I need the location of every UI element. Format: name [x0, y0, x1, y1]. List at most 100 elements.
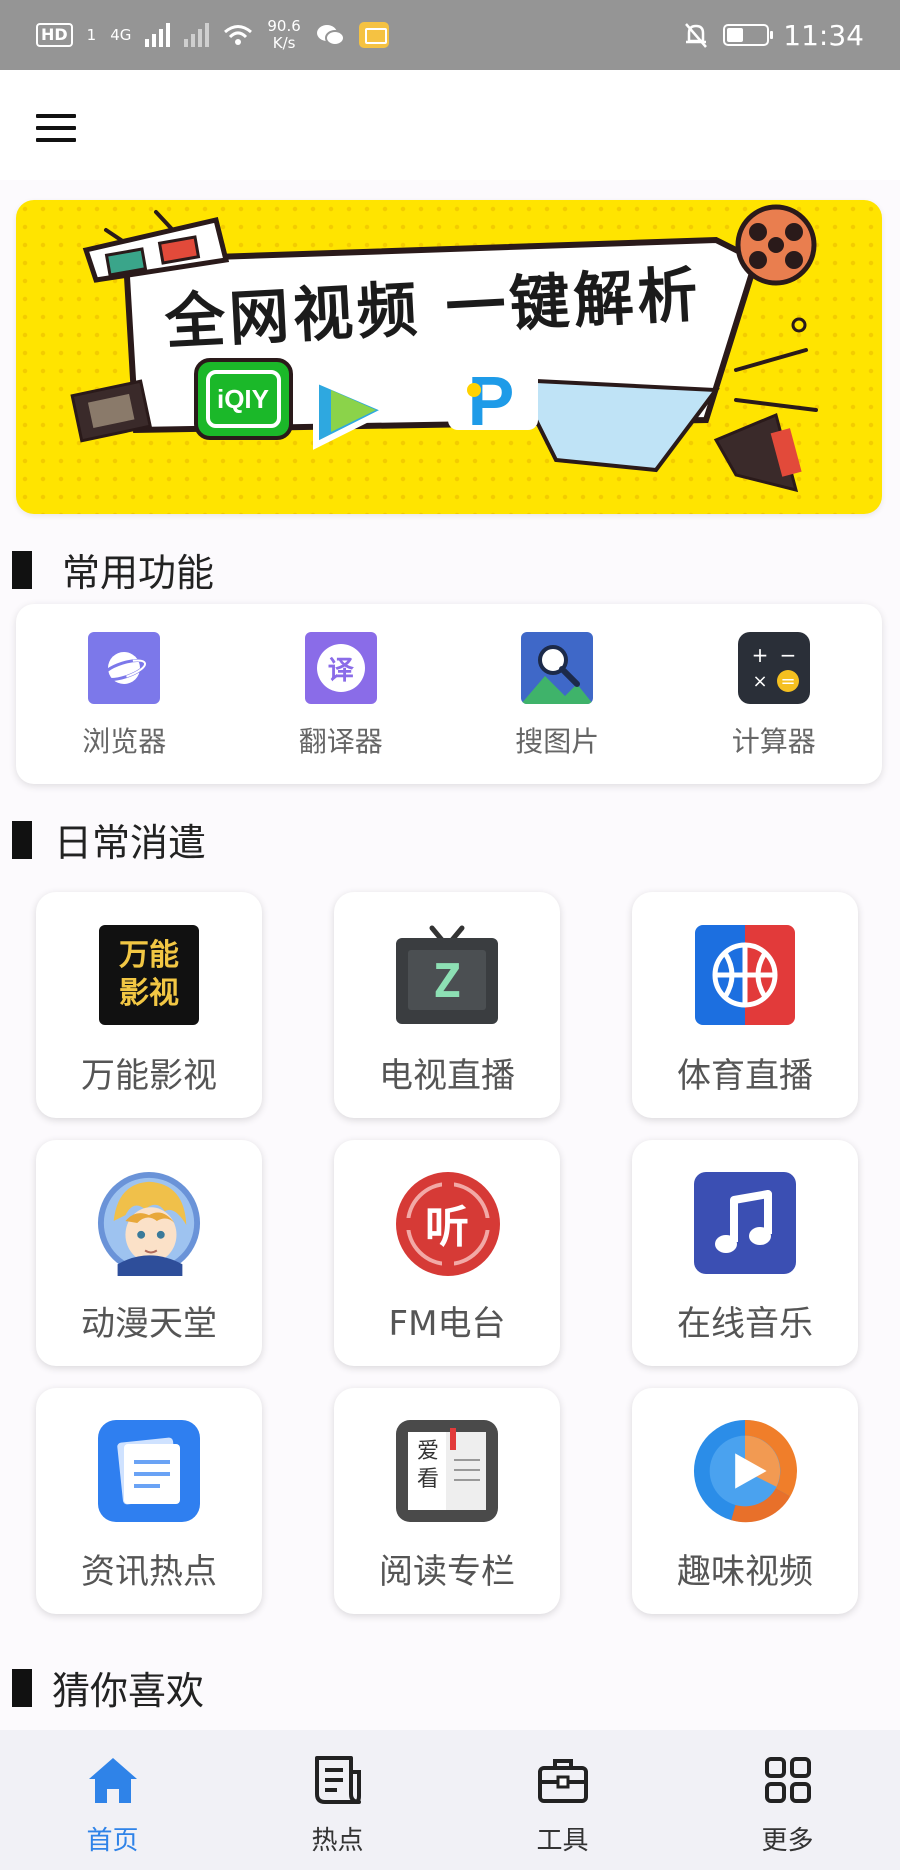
func-calculator[interactable]: + − × = 计算器	[666, 604, 883, 784]
nav-label: 热点	[311, 1826, 364, 1856]
func-translate[interactable]: 译 翻译器	[233, 604, 450, 784]
tile-label: 阅读专栏	[379, 1552, 515, 1592]
bottom-navigation: 首页 热点 工具 更多	[0, 1730, 900, 1870]
net-speed: 90.6 K/s	[267, 18, 300, 52]
tile-label: 万能影视	[81, 1056, 217, 1096]
tile-label: 趣味视频	[677, 1552, 813, 1592]
section-marker	[12, 550, 32, 589]
tile-label: 在线音乐	[677, 1304, 813, 1344]
app-tile-reading[interactable]: 爱 看 阅读专栏	[334, 1388, 560, 1614]
status-bar: HD 1 4G 90.6 K/s 11:34	[0, 0, 900, 70]
common-functions-card: 浏览器 译 翻译器 搜图片 + − × = 计算器	[16, 604, 882, 784]
section-marker	[12, 820, 32, 859]
app-tile-fun-video[interactable]: 趣味视频	[632, 1388, 858, 1614]
net-speed-unit: K/s	[272, 34, 296, 52]
func-image-search[interactable]: 搜图片	[449, 604, 666, 784]
movie-glyph-top: 万能	[119, 938, 179, 973]
svg-text:−: −	[779, 643, 796, 667]
func-label: 计算器	[731, 725, 816, 758]
tv-glyph: Z	[433, 954, 461, 1008]
hd-sub-label: 1	[86, 26, 97, 44]
mute-bell-icon	[685, 23, 708, 48]
app-tile-sports[interactable]: 体育直播	[632, 892, 858, 1118]
wechat-icon	[316, 25, 345, 46]
func-label: 搜图片	[515, 725, 600, 758]
toolbox-icon	[535, 1752, 591, 1808]
top-app-bar	[0, 70, 900, 180]
tile-label: 电视直播	[379, 1056, 515, 1096]
music-note-icon	[692, 1170, 798, 1276]
tile-label: FM电台	[388, 1304, 506, 1344]
nav-label: 更多	[761, 1826, 814, 1856]
clock: 11:34	[783, 18, 864, 52]
app-tile-tv[interactable]: Z 电视直播	[334, 892, 560, 1118]
hamburger-menu-icon[interactable]	[36, 114, 76, 142]
section-title-daily: 日常消遣	[54, 821, 207, 865]
nav-label: 工具	[536, 1826, 589, 1856]
battery-icon	[723, 24, 774, 46]
book-glyph-bottom: 看	[416, 1467, 439, 1492]
status-left: HD 1 4G 90.6 K/s	[36, 18, 389, 52]
browser-icon	[88, 632, 161, 704]
signal-icon	[145, 23, 171, 47]
iqiyi-logo: iQIY	[194, 358, 293, 440]
svg-text:=: =	[780, 671, 795, 692]
tile-label: 资讯热点	[81, 1552, 217, 1592]
nav-more[interactable]: 更多	[675, 1730, 900, 1870]
calculator-icon: + − × =	[737, 632, 810, 704]
hd-icon: HD	[36, 23, 73, 47]
movie-glyph-bottom: 影视	[119, 976, 179, 1011]
tile-label: 体育直播	[677, 1056, 813, 1096]
nav-tools[interactable]: 工具	[450, 1730, 675, 1870]
section-title-common: 常用功能	[62, 551, 215, 595]
megaphone-illustration	[713, 412, 802, 493]
play-video-icon	[692, 1418, 798, 1524]
section-common: 常用功能	[12, 542, 214, 597]
svg-text:P: P	[468, 362, 515, 440]
network-type: 4G	[110, 26, 132, 44]
section-marker	[12, 1668, 32, 1707]
wifi-icon	[224, 25, 253, 45]
promo-banner[interactable]: iQIY P 全网视频 一键解析	[16, 200, 882, 514]
app-tile-anime[interactable]: 动漫天堂	[36, 1140, 262, 1366]
section-title-guess: 猜你喜欢	[52, 1669, 205, 1713]
grid-icon	[760, 1752, 816, 1808]
translate-glyph: 译	[316, 644, 365, 692]
tv-icon: Z	[394, 922, 500, 1028]
signal-2-icon	[184, 23, 210, 47]
translate-icon: 译	[304, 632, 377, 704]
fm-radio-icon: 听	[394, 1170, 500, 1276]
tile-label: 动漫天堂	[81, 1304, 217, 1344]
svg-text:iQIY: iQIY	[217, 384, 269, 414]
home-icon	[85, 1752, 141, 1808]
app-tile-movies[interactable]: 万能 影视 万能影视	[36, 892, 262, 1118]
section-guess: 猜你喜欢	[12, 1660, 204, 1715]
section-daily: 日常消遣	[12, 812, 206, 867]
movie-app-icon: 万能 影视	[96, 922, 202, 1028]
image-search-icon	[521, 632, 594, 704]
basketball-icon	[692, 922, 798, 1028]
status-right: 11:34	[683, 19, 864, 52]
svg-text:×: ×	[752, 671, 767, 692]
pptv-logo: P	[448, 360, 538, 440]
nav-home[interactable]: 首页	[0, 1730, 225, 1870]
book-glyph-top: 爱	[416, 1439, 439, 1464]
func-browser[interactable]: 浏览器	[16, 604, 233, 784]
news-document-icon	[310, 1752, 366, 1808]
anime-avatar-icon	[96, 1170, 202, 1276]
app-tile-music[interactable]: 在线音乐	[632, 1140, 858, 1366]
func-label: 浏览器	[82, 725, 167, 758]
film-reel-illustration	[735, 204, 817, 286]
app-tile-news[interactable]: 资讯热点	[36, 1388, 262, 1614]
app-tile-fm[interactable]: 听 FM电台	[334, 1140, 560, 1366]
book-icon: 爱 看	[394, 1418, 500, 1524]
nav-label: 首页	[86, 1826, 139, 1856]
nav-hot[interactable]: 热点	[225, 1730, 450, 1870]
banner-illustration: iQIY P	[70, 204, 818, 493]
fm-glyph: 听	[425, 1202, 469, 1253]
svg-text:+: +	[751, 643, 768, 667]
net-speed-value: 90.6	[267, 17, 301, 35]
mail-icon	[358, 22, 389, 48]
news-icon	[96, 1418, 202, 1524]
func-label: 翻译器	[298, 725, 383, 758]
